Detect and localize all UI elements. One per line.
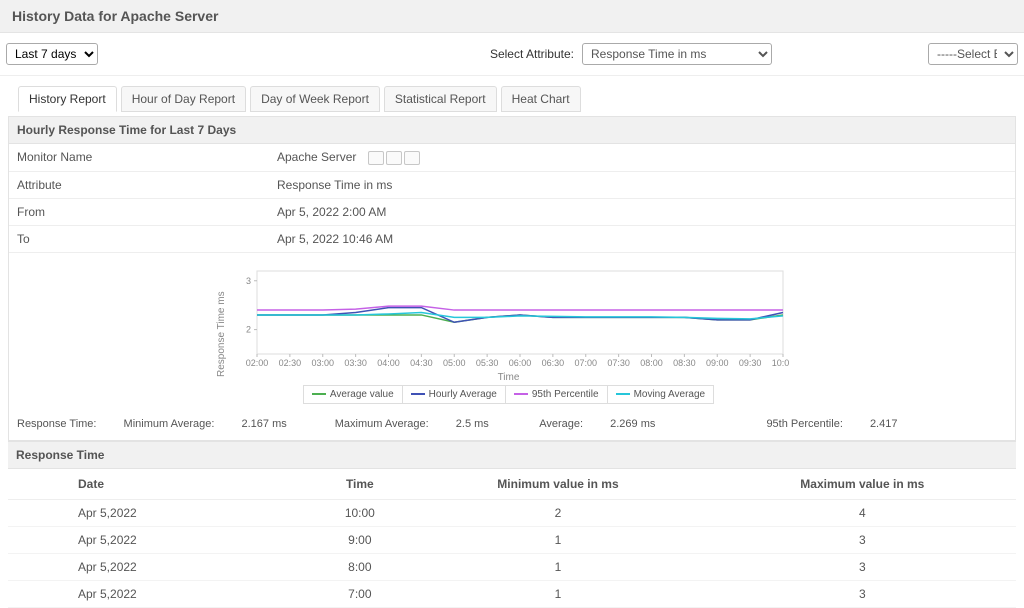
svg-text:08:00: 08:00 <box>640 358 663 368</box>
attribute-select[interactable]: Response Time in ms <box>582 43 772 65</box>
table-row: Apr 5,20229:0013 <box>8 526 1016 553</box>
legend-label: Moving Average <box>634 389 706 400</box>
table-cell: 3 <box>709 580 1016 607</box>
table-cell: 4 <box>709 499 1016 526</box>
kv-val: Apr 5, 2022 2:00 AM <box>277 205 1007 219</box>
business-hours-select[interactable]: -----Select Business H <box>928 43 1018 65</box>
svg-text:03:30: 03:30 <box>344 358 367 368</box>
table-cell: 8:00 <box>312 553 407 580</box>
stats-label: Response Time: <box>17 418 96 430</box>
stats-max: Maximum Average: 2.5 ms <box>335 418 513 430</box>
table-header: Date <box>8 469 312 500</box>
table-cell: Apr 5,2022 <box>8 580 312 607</box>
stats-min: Minimum Average: 2.167 ms <box>124 418 311 430</box>
legend-swatch <box>514 393 528 395</box>
monitor-name-value: Apache Server <box>277 150 356 164</box>
svg-text:10:00: 10:00 <box>771 358 788 368</box>
panel-title: Hourly Response Time for Last 7 Days <box>9 117 1015 144</box>
settings-icon[interactable] <box>404 151 420 165</box>
svg-text:05:30: 05:30 <box>475 358 498 368</box>
svg-text:02:00: 02:00 <box>245 358 268 368</box>
response-time-chart: 2 3 02:00 02:30 03:00 03:30 04:00 04:30 05:00 05:… <box>229 265 789 370</box>
svg-text:06:30: 06:30 <box>541 358 564 368</box>
tab-heat-chart[interactable]: Heat Chart <box>501 86 581 112</box>
kv-key: To <box>17 232 277 246</box>
tab-statistical-report[interactable]: Statistical Report <box>384 86 497 112</box>
table-cell: 1 <box>407 553 708 580</box>
table-row: Apr 5,20228:0013 <box>8 553 1016 580</box>
svg-text:04:00: 04:00 <box>377 358 400 368</box>
svg-text:09:30: 09:30 <box>738 358 761 368</box>
tab-hour-of-day-report[interactable]: Hour of Day Report <box>121 86 246 112</box>
svg-text:06:00: 06:00 <box>508 358 531 368</box>
table-cell: 3 <box>709 526 1016 553</box>
legend-label: Hourly Average <box>429 389 497 400</box>
chart-area: Response Time ms 2 3 02:00 02:30 03:00 03:30 0… <box>9 253 1015 410</box>
table-header: Minimum value in ms <box>407 469 708 500</box>
kv-val: Apache Server <box>277 150 1007 165</box>
table-cell: Apr 5,2022 <box>8 526 312 553</box>
response-time-table: DateTimeMinimum value in msMaximum value… <box>8 469 1016 608</box>
kv-key: From <box>17 205 277 219</box>
tab-day-of-week-report[interactable]: Day of Week Report <box>250 86 380 112</box>
table-cell: 9:00 <box>312 526 407 553</box>
table-cell: Apr 5,2022 <box>8 553 312 580</box>
table-cell: Apr 5,2022 <box>8 499 312 526</box>
table-cell: 10:00 <box>312 499 407 526</box>
legend-item[interactable]: 95th Percentile <box>506 385 608 404</box>
table-cell: 2 <box>407 499 708 526</box>
svg-text:2: 2 <box>245 324 250 334</box>
table-cell: 1 <box>407 526 708 553</box>
svg-text:07:30: 07:30 <box>607 358 630 368</box>
stats-line: Response Time: Minimum Average: 2.167 ms… <box>9 410 1015 440</box>
svg-text:02:30: 02:30 <box>278 358 301 368</box>
chart-legend: Average value Hourly Average 95th Percenti… <box>229 385 789 404</box>
legend-label: 95th Percentile <box>532 389 599 400</box>
report-panel: Hourly Response Time for Last 7 Days Mon… <box>8 116 1016 441</box>
legend-label: Average value <box>330 389 394 400</box>
table-row: Apr 5,202210:0024 <box>8 499 1016 526</box>
chart-icon[interactable] <box>368 151 384 165</box>
controls-row: Last 7 days Select Attribute: Response T… <box>0 33 1024 76</box>
tab-history-report[interactable]: History Report <box>18 86 117 112</box>
kv-val: Response Time in ms <box>277 178 1007 192</box>
table-cell: 1 <box>407 580 708 607</box>
attribute-label: Select Attribute: <box>490 47 574 61</box>
table-cell: 7:00 <box>312 580 407 607</box>
kv-key: Monitor Name <box>17 150 277 165</box>
page-title: History Data for Apache Server <box>0 0 1024 33</box>
table-title: Response Time <box>8 441 1016 469</box>
kv-monitor-name: Monitor Name Apache Server <box>9 144 1015 172</box>
kv-to: To Apr 5, 2022 10:46 AM <box>9 226 1015 253</box>
kv-key: Attribute <box>17 178 277 192</box>
svg-text:09:00: 09:00 <box>705 358 728 368</box>
kv-attribute: Attribute Response Time in ms <box>9 172 1015 199</box>
legend-item[interactable]: Moving Average <box>608 385 715 404</box>
chart-xlabel: Time <box>229 372 789 383</box>
svg-text:08:30: 08:30 <box>673 358 696 368</box>
kv-val: Apr 5, 2022 10:46 AM <box>277 232 1007 246</box>
legend-swatch <box>312 393 326 395</box>
tabs-bar: History ReportHour of Day ReportDay of W… <box>0 76 1024 116</box>
svg-text:03:00: 03:00 <box>311 358 334 368</box>
legend-swatch <box>616 393 630 395</box>
table-header: Time <box>312 469 407 500</box>
svg-text:05:00: 05:00 <box>442 358 465 368</box>
stats-p95: 95th Percentile: 2.417 <box>766 418 921 430</box>
table-cell: 3 <box>709 553 1016 580</box>
chart-ylabel: Response Time ms <box>214 265 229 404</box>
legend-item[interactable]: Average value <box>303 385 403 404</box>
legend-swatch <box>411 393 425 395</box>
table-row: Apr 5,20227:0013 <box>8 580 1016 607</box>
svg-text:3: 3 <box>245 276 250 286</box>
svg-text:04:30: 04:30 <box>410 358 433 368</box>
stats-avg: Average: 2.269 ms <box>539 418 679 430</box>
table-header: Maximum value in ms <box>709 469 1016 500</box>
svg-text:07:00: 07:00 <box>574 358 597 368</box>
report-icon[interactable] <box>386 151 402 165</box>
period-select[interactable]: Last 7 days <box>6 43 98 65</box>
kv-from: From Apr 5, 2022 2:00 AM <box>9 199 1015 226</box>
legend-item[interactable]: Hourly Average <box>403 385 506 404</box>
